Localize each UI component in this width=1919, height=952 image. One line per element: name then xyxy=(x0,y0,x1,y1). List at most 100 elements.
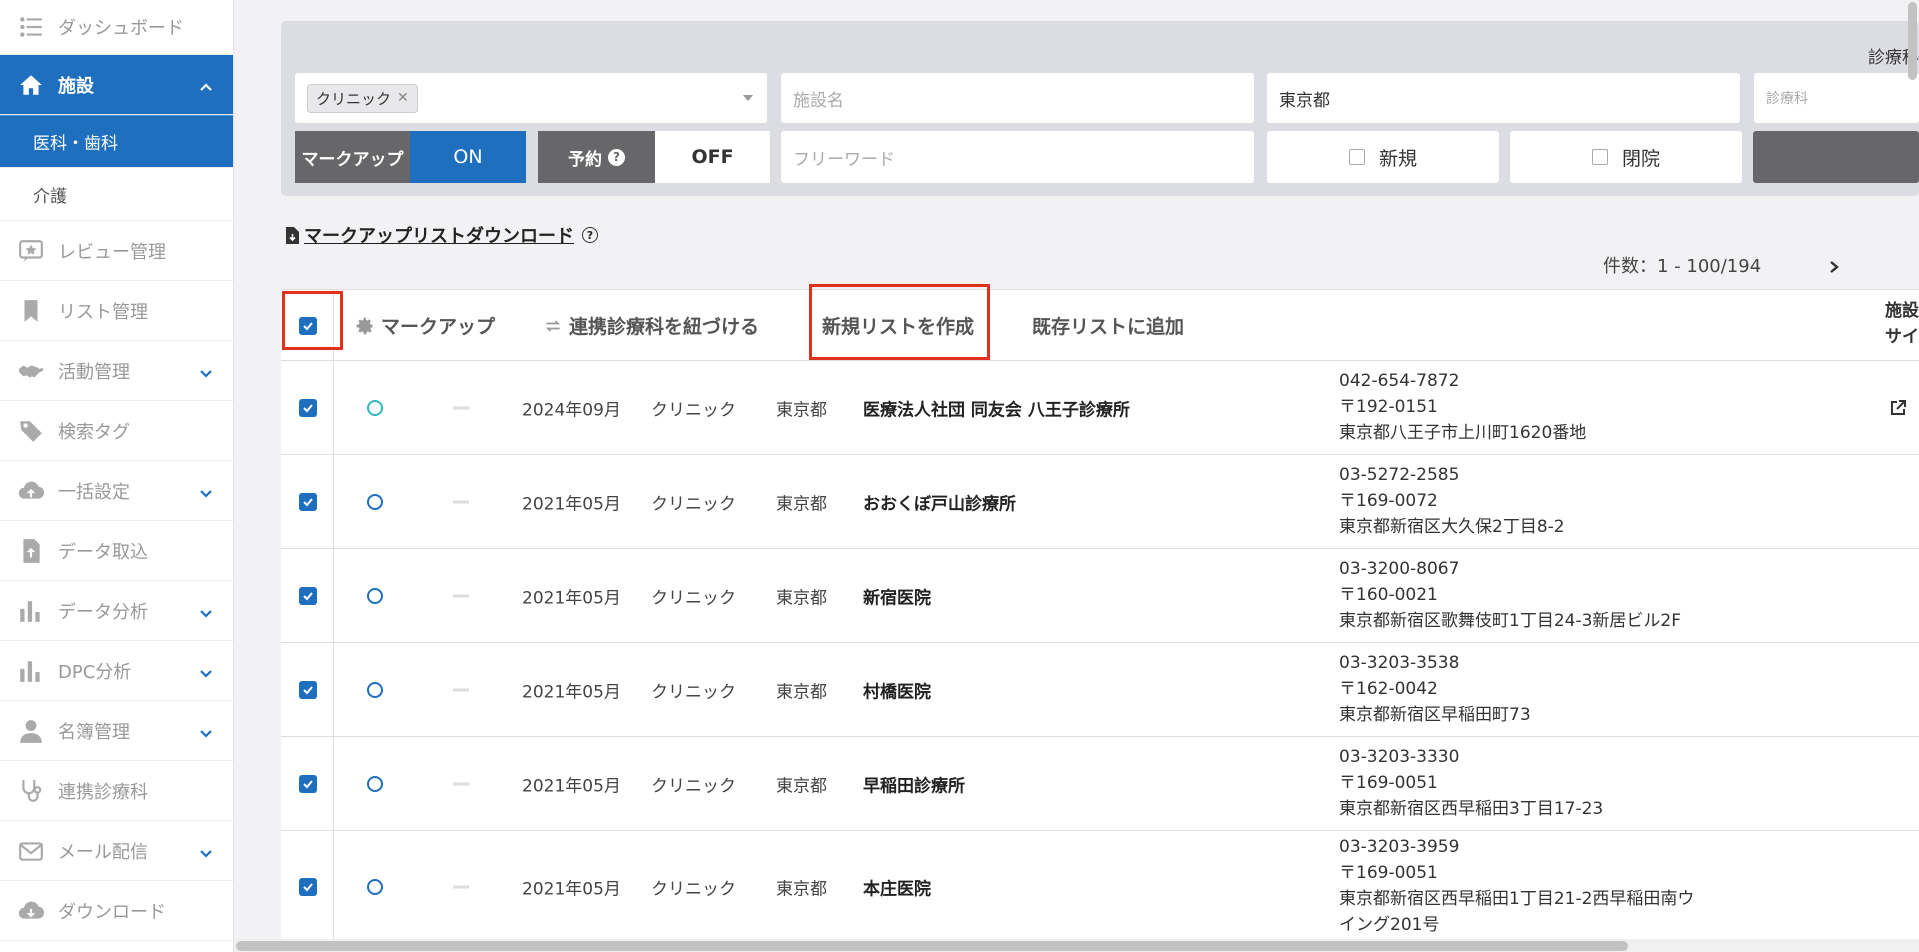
table-row[interactable]: 2024年09月 クリニック 東京都 医療法人社団 同友会 八王子診療所 042… xyxy=(281,361,1919,455)
row-facility-name[interactable]: 本庄医院 xyxy=(863,875,931,900)
sidebar-item-data-import[interactable]: データ取込 xyxy=(0,521,233,581)
row-phone: 042-654-7872 xyxy=(1339,371,1460,391)
sidebar-item-review[interactable]: レビュー管理 xyxy=(0,221,233,281)
status-circle-icon[interactable] xyxy=(367,587,383,604)
reservation-toggle-off[interactable]: OFF xyxy=(655,131,770,183)
row-checkbox[interactable] xyxy=(299,878,317,896)
row-facility-name[interactable]: 新宿医院 xyxy=(863,583,931,608)
sidebar-item-linked-departments[interactable]: 連携診療科 xyxy=(0,761,233,821)
row-facility-name[interactable]: 早稲田診療所 xyxy=(863,771,965,796)
sidebar-subitem-medical-dental[interactable]: 医科・歯科 xyxy=(0,115,233,168)
add-to-existing-list-button[interactable]: 既存リストに追加 xyxy=(1032,290,1184,361)
row-date: 2021年05月 xyxy=(522,682,621,702)
row-checkbox[interactable] xyxy=(299,680,317,699)
row-prefecture: 東京都 xyxy=(776,588,827,608)
row-phone: 03-3203-3959 xyxy=(1339,837,1460,857)
sidebar-item-mail-delivery[interactable]: メール配信 xyxy=(0,821,233,881)
row-prefecture: 東京都 xyxy=(776,400,827,420)
horizontal-scrollbar-thumb[interactable] xyxy=(236,941,1628,951)
row-checkbox[interactable] xyxy=(299,492,317,511)
sidebar-item-bulk-settings[interactable]: 一括設定 xyxy=(0,461,233,521)
sidebar-item-list-management[interactable]: リスト管理 xyxy=(0,281,233,341)
status-circle-icon[interactable] xyxy=(367,493,383,510)
reservation-label-text: 予約 xyxy=(568,149,602,170)
row-checkbox[interactable] xyxy=(299,774,317,793)
closed-checkbox[interactable]: 閉院 xyxy=(1510,131,1742,183)
sidebar-item-roster[interactable]: 名簿管理 xyxy=(0,701,233,761)
help-icon[interactable]: ? xyxy=(608,148,625,166)
markup-button[interactable]: マークアップ xyxy=(355,290,495,361)
prefecture-input[interactable]: 東京都 xyxy=(1267,73,1740,123)
status-circle-icon[interactable] xyxy=(367,879,383,895)
sidebar-subitem-nursing-care[interactable]: 介護 xyxy=(0,168,233,221)
row-checkbox[interactable] xyxy=(299,398,317,417)
row-contact: 03-3203-3330 〒169-0051 東京都新宿区西早稲田3丁目17-2… xyxy=(1339,744,1603,822)
table-row[interactable]: 2021年05月 クリニック 東京都 新宿医院 03-3200-8067 〒16… xyxy=(281,549,1919,643)
reservation-toggle-label: 予約 ? xyxy=(538,131,655,183)
sidebar-item-label: レビュー管理 xyxy=(58,241,166,263)
close-icon[interactable]: ✕ xyxy=(397,90,409,106)
sidebar-item-label: メール配信 xyxy=(58,841,148,863)
facility-table: マークアップ 連携診療科を紐づける 新規リストを作成 既存リストに追加 施設 サ… xyxy=(281,289,1919,943)
table-row[interactable]: 2021年05月 クリニック 東京都 本庄医院 03-3203-3959 〒16… xyxy=(281,831,1919,943)
row-type: クリニック xyxy=(651,494,736,514)
search-button[interactable] xyxy=(1753,131,1919,183)
row-contact: 03-3203-3959 〒169-0051 東京都新宿区西早稲田1丁目21-2… xyxy=(1339,834,1694,938)
sidebar-item-data-analysis[interactable]: データ分析 xyxy=(0,581,233,641)
facility-name-input[interactable]: 施設名 xyxy=(781,73,1254,123)
vertical-scrollbar-thumb[interactable] xyxy=(1908,2,1917,80)
help-icon[interactable]: ? xyxy=(582,227,598,243)
bar-chart-icon xyxy=(18,658,44,684)
row-facility-name[interactable]: 村橋医院 xyxy=(863,677,931,702)
add-to-existing-list-label: 既存リストに追加 xyxy=(1032,316,1185,338)
row-date: 2021年05月 xyxy=(522,588,621,608)
sidebar-item-facility[interactable]: 施設 xyxy=(0,55,233,115)
status-circle-icon[interactable] xyxy=(367,399,383,416)
chevron-down-icon xyxy=(199,364,213,378)
markup-list-download-link[interactable]: マークアップリストダウンロード ? xyxy=(285,222,598,248)
filter-panel: 診療科 クリニック ✕ 施設名 東京都 診療科 マークアップ ON 予約 ? O… xyxy=(281,21,1919,196)
sidebar-subitem-label: 介護 xyxy=(33,186,67,207)
row-facility-name[interactable]: 医療法人社団 同友会 八王子診療所 xyxy=(863,395,1130,420)
row-checkbox[interactable] xyxy=(299,586,317,605)
facility-type-chip[interactable]: クリニック ✕ xyxy=(307,83,418,113)
sidebar-item-search-tag[interactable]: 検索タグ xyxy=(0,401,233,461)
dash-icon xyxy=(453,594,469,597)
facility-type-select[interactable]: クリニック ✕ xyxy=(295,73,767,123)
vertical-scrollbar[interactable] xyxy=(1906,0,1919,939)
row-address: 東京都八王子市上川町1620番地 xyxy=(1339,423,1587,443)
horizontal-scrollbar[interactable] xyxy=(234,939,1919,952)
row-zip: 〒192-0151 xyxy=(1339,397,1438,417)
row-date: 2021年05月 xyxy=(522,879,621,900)
markup-toggle[interactable]: マークアップ ON xyxy=(295,131,526,183)
list-icon xyxy=(18,14,44,40)
row-facility-name[interactable]: おおくぼ戸山診療所 xyxy=(863,489,1016,514)
link-departments-button[interactable]: 連携診療科を紐づける xyxy=(543,290,759,361)
dropdown-caret-icon xyxy=(743,95,753,101)
markup-toggle-on[interactable]: ON xyxy=(410,131,526,183)
sidebar-item-label: リスト管理 xyxy=(58,301,148,323)
table-row[interactable]: 2021年05月 クリニック 東京都 おおくぼ戸山診療所 03-5272-258… xyxy=(281,455,1919,549)
sidebar-item-dpc-analysis[interactable]: DPC分析 xyxy=(0,641,233,701)
chevron-right-icon[interactable] xyxy=(1827,259,1841,275)
new-checkbox-label: 新規 xyxy=(1378,147,1417,170)
sidebar-item-label: 検索タグ xyxy=(58,421,130,443)
freeword-input[interactable]: フリーワード xyxy=(781,131,1254,183)
sidebar-item-label: データ分析 xyxy=(58,601,148,623)
reservation-toggle[interactable]: 予約 ? OFF xyxy=(538,131,770,183)
external-link-icon[interactable] xyxy=(1889,399,1907,417)
status-circle-icon[interactable] xyxy=(367,681,383,698)
closed-checkbox-label: 閉院 xyxy=(1621,147,1660,170)
dash-icon xyxy=(453,688,469,691)
sidebar-item-download[interactable]: ダウンロード xyxy=(0,881,233,941)
sync-icon xyxy=(545,319,561,332)
bookmark-icon xyxy=(18,298,44,324)
sidebar-item-dashboard[interactable]: ダッシュボード xyxy=(0,0,233,55)
new-checkbox[interactable]: 新規 xyxy=(1267,131,1499,183)
table-row[interactable]: 2021年05月 クリニック 東京都 早稲田診療所 03-3203-3330 〒… xyxy=(281,737,1919,831)
department-input[interactable]: 診療科 xyxy=(1754,73,1919,123)
row-date: 2021年05月 xyxy=(522,776,621,796)
status-circle-icon[interactable] xyxy=(367,775,383,792)
sidebar-item-activity[interactable]: 活動管理 xyxy=(0,341,233,401)
table-row[interactable]: 2021年05月 クリニック 東京都 村橋医院 03-3203-3538 〒16… xyxy=(281,643,1919,737)
